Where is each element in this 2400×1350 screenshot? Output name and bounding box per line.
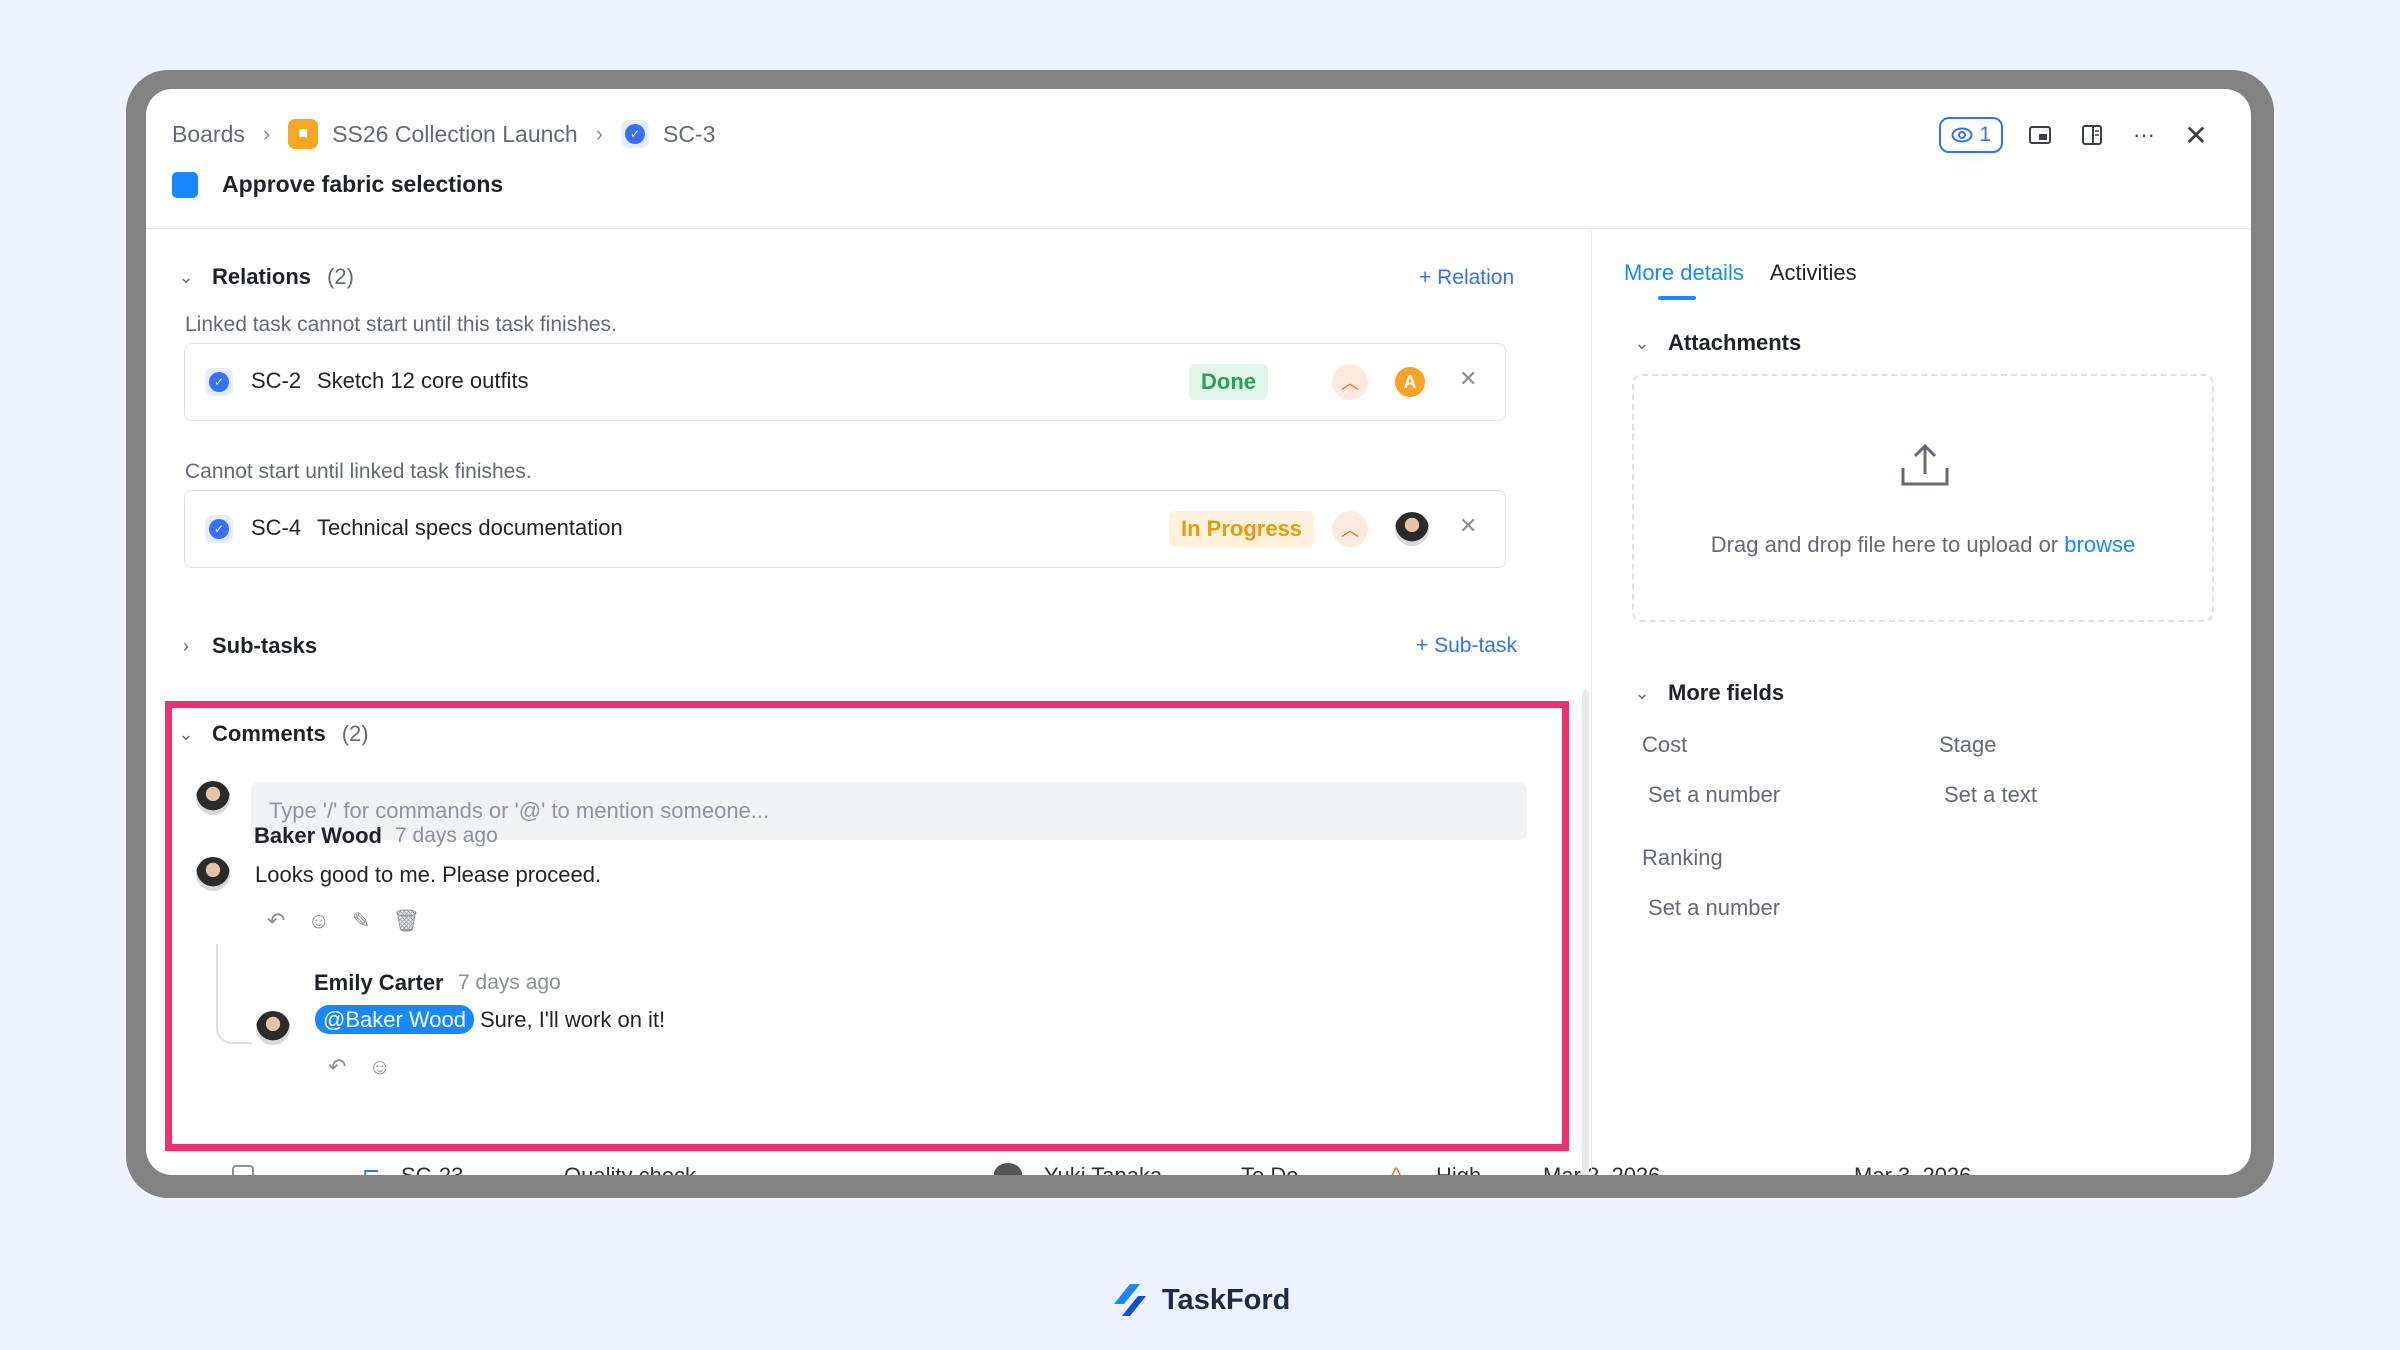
plus-icon: + bbox=[1416, 634, 1435, 657]
attachment-dropzone[interactable]: Drag and drop file here to upload or bro… bbox=[1632, 374, 2214, 622]
relation-hint-blocking: Linked task cannot start until this task… bbox=[185, 313, 617, 336]
breadcrumb-task-key[interactable]: SC-3 bbox=[663, 121, 715, 148]
sidebar-panel-icon[interactable] bbox=[2077, 120, 2107, 150]
chevron-down-icon: ⌄ bbox=[178, 266, 194, 287]
breadcrumb-project[interactable]: SS26 Collection Launch bbox=[332, 121, 578, 148]
task-check-icon: ✓ bbox=[205, 368, 233, 396]
title-row: Approve fabric selections bbox=[172, 171, 503, 198]
status-badge[interactable]: In Progress bbox=[1169, 511, 1315, 547]
chevron-right-icon: › bbox=[262, 121, 271, 146]
breadcrumb-boards[interactable]: Boards bbox=[172, 121, 245, 148]
task-type-icon bbox=[172, 171, 198, 198]
details-tabs: More details Activities bbox=[1624, 260, 1857, 300]
field-value-ranking[interactable]: Set a number bbox=[1648, 895, 1780, 921]
brand-footer: TaskFord bbox=[1110, 1280, 1290, 1320]
avatar[interactable] bbox=[1395, 512, 1429, 546]
relation-hint-blocked: Cannot start until linked task finishes. bbox=[185, 460, 532, 483]
chevron-down-icon: ⌄ bbox=[1634, 682, 1650, 703]
relation-key: SC-2 bbox=[251, 368, 302, 393]
more-icon[interactable]: ··· bbox=[2129, 120, 2159, 150]
add-relation-button[interactable]: + Relation bbox=[1419, 266, 1514, 290]
project-icon: ■ bbox=[288, 119, 319, 149]
eye-icon bbox=[1951, 127, 1973, 143]
subtasks-title: Sub-tasks bbox=[212, 633, 318, 658]
status-badge[interactable]: Done bbox=[1189, 364, 1268, 400]
breadcrumb: Boards › ■ SS26 Collection Launch › ✓ SC… bbox=[172, 119, 715, 149]
scrollbar[interactable] bbox=[1582, 690, 1589, 1175]
brand-name: TaskFord bbox=[1162, 1283, 1291, 1316]
field-label-ranking: Ranking bbox=[1642, 845, 1723, 870]
subtasks-header[interactable]: › Sub-tasks bbox=[176, 633, 317, 659]
task-title[interactable]: Approve fabric selections bbox=[222, 171, 503, 198]
upload-icon bbox=[1901, 443, 1949, 486]
task-check-icon: ✓ bbox=[205, 515, 233, 543]
field-label-stage: Stage bbox=[1939, 732, 1997, 757]
picture-in-picture-icon[interactable] bbox=[2025, 120, 2055, 150]
task-check-icon: ✓ bbox=[621, 120, 650, 148]
browse-link[interactable]: browse bbox=[2064, 532, 2135, 557]
field-label-cost: Cost bbox=[1642, 732, 1688, 757]
chevron-right-icon: › bbox=[595, 121, 604, 146]
relation-row[interactable]: ✓ SC-2 Sketch 12 core outfits Done ︿ A ✕ bbox=[184, 343, 1506, 421]
taskford-logo-icon bbox=[1114, 1284, 1146, 1316]
priority-up-icon[interactable]: ︿ bbox=[1332, 511, 1368, 547]
remove-icon[interactable]: ✕ bbox=[1459, 366, 1477, 392]
add-relation-label: Relation bbox=[1437, 266, 1515, 289]
relation-row[interactable]: ✓ SC-4 Technical specs documentation In … bbox=[184, 490, 1506, 568]
avatar[interactable]: A bbox=[1393, 365, 1427, 399]
relations-header[interactable]: ⌄ Relations (2) bbox=[176, 264, 354, 290]
relation-name[interactable]: Sketch 12 core outfits bbox=[317, 368, 529, 394]
tab-activities[interactable]: Activities bbox=[1770, 260, 1857, 286]
watchers-button[interactable]: 1 bbox=[1939, 117, 2003, 153]
attachments-header[interactable]: ⌄ Attachments bbox=[1632, 330, 1801, 356]
tab-more-details[interactable]: More details bbox=[1624, 260, 1744, 300]
comments-highlight-box bbox=[165, 701, 1569, 1151]
field-value-cost[interactable]: Set a number bbox=[1648, 782, 1780, 808]
header-actions: 1 ··· ✕ bbox=[1939, 117, 2211, 153]
more-fields-title: More fields bbox=[1668, 680, 1785, 705]
close-icon[interactable]: ✕ bbox=[2181, 120, 2211, 151]
chevron-right-icon: › bbox=[183, 635, 189, 656]
more-fields-header[interactable]: ⌄ More fields bbox=[1632, 680, 1784, 706]
field-value-stage[interactable]: Set a text bbox=[1944, 782, 2037, 808]
add-subtask-label: Sub-task bbox=[1434, 634, 1517, 657]
details-pane: More details Activities ⌄ Attachments ⌄ … bbox=[1591, 230, 2251, 1175]
attachments-title: Attachments bbox=[1668, 330, 1802, 355]
relations-count: (2) bbox=[327, 264, 354, 289]
dropzone-label: Drag and drop file here to upload or bbox=[1710, 532, 2059, 557]
task-detail-window: ⊏ SC-23 Quality check Yuki Tanaka To Do … bbox=[146, 89, 2251, 1175]
add-subtask-button[interactable]: + Sub-task bbox=[1416, 634, 1517, 658]
dropzone-text: Drag and drop file here to upload or bro… bbox=[1634, 532, 2212, 558]
relation-key: SC-4 bbox=[251, 515, 302, 540]
relations-title: Relations bbox=[212, 264, 312, 289]
plus-icon: + bbox=[1419, 266, 1438, 289]
relation-name[interactable]: Technical specs documentation bbox=[317, 515, 623, 541]
priority-up-icon[interactable]: ︿ bbox=[1332, 364, 1368, 400]
task-header: Boards › ■ SS26 Collection Launch › ✓ SC… bbox=[146, 89, 2251, 229]
watchers-count: 1 bbox=[1979, 123, 1991, 146]
remove-icon[interactable]: ✕ bbox=[1459, 513, 1477, 539]
chevron-down-icon: ⌄ bbox=[1634, 332, 1650, 353]
